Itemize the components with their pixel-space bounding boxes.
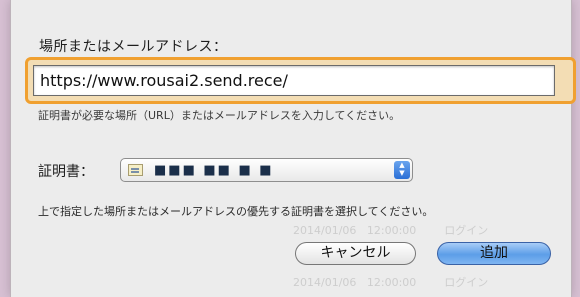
certificate-popup[interactable]: ■■■ ■■ ■ ■ ▲ ▼: [120, 158, 413, 182]
address-input[interactable]: [33, 65, 555, 96]
certificate-icon: [128, 164, 143, 176]
background-ghost-sidebar: [0, 130, 10, 170]
certificate-name: ■■■ ■■ ■ ■: [154, 163, 274, 178]
background-ghost-text: 2014/01/06 12:00:00 ログイン: [293, 276, 489, 289]
background-ghost-text: 2014/01/06 12:00:00 ログイン: [293, 224, 489, 237]
description-text: 上で指定した場所またはメールアドレスの優先する証明書を選択してください。: [38, 205, 434, 218]
hint-text: 証明書が必要な場所（URL）またはメールアドレスを入力してください。: [38, 109, 401, 122]
add-button[interactable]: 追加: [437, 242, 551, 265]
cancel-button[interactable]: キャンセル: [295, 242, 416, 265]
popup-arrows-icon: ▲ ▼: [394, 161, 410, 179]
address-label: 場所またはメールアドレス：: [39, 39, 228, 55]
certificate-label: 証明書：: [38, 164, 94, 180]
